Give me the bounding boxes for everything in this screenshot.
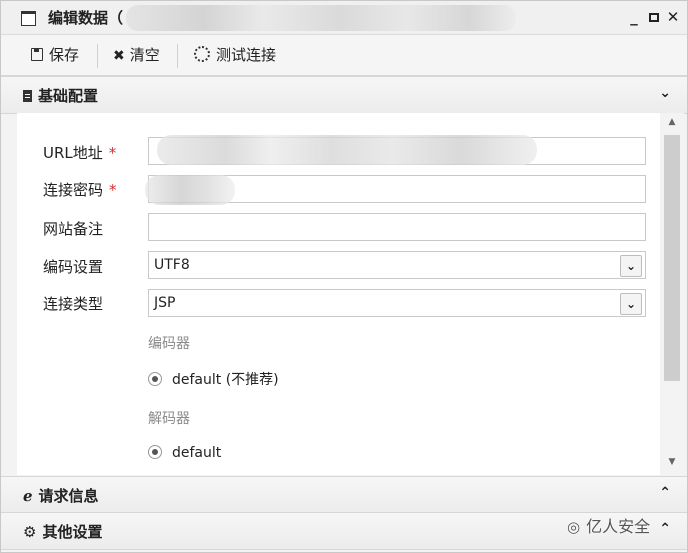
browser-e-icon: ℯ	[23, 487, 33, 505]
required-mark: *	[109, 181, 117, 199]
chevron-down-icon[interactable]: ⌄	[620, 293, 642, 315]
type-value: JSP	[154, 295, 176, 311]
window-icon	[21, 11, 36, 26]
close-x-icon: ✖	[113, 48, 125, 64]
close-icon[interactable]: ✕	[665, 8, 681, 26]
document-icon	[23, 90, 32, 102]
chevron-up-icon[interactable]: ⌃	[659, 521, 671, 537]
redacted-url-value	[157, 135, 537, 165]
spinner-icon	[194, 46, 210, 62]
section-basic-config[interactable]: 基础配置 ⌄	[1, 76, 687, 114]
toolbar-divider	[177, 44, 178, 68]
encoding-select[interactable]: UTF8 ⌄	[148, 251, 646, 279]
radio-selected-icon[interactable]	[148, 445, 162, 459]
redacted-password-value	[145, 175, 235, 205]
chevron-down-icon[interactable]: ⌄	[659, 85, 671, 101]
scroll-down-icon[interactable]: ▼	[666, 457, 678, 469]
encoder-option-default[interactable]: default (不推荐)	[148, 369, 279, 389]
watermark: ◎ 亿人安全	[567, 517, 651, 536]
chevron-down-icon[interactable]: ⌄	[620, 255, 642, 277]
required-mark: *	[108, 144, 117, 162]
save-icon	[31, 48, 43, 61]
save-button[interactable]: 保存	[31, 44, 79, 66]
encoding-value: UTF8	[154, 257, 190, 273]
clear-button[interactable]: ✖ 清空	[113, 44, 160, 66]
title-bar: 编辑数据（ _ ✕	[1, 1, 687, 35]
window-title: 编辑数据（	[48, 9, 124, 27]
toolbar: 保存 ✖ 清空 测试连接	[1, 35, 687, 76]
edit-data-window: 编辑数据（ _ ✕ 保存 ✖ 清空 测试连接 基础配置 ⌄ URL地址 * 连接密码…	[0, 0, 688, 553]
decoder-option-default[interactable]: default	[148, 445, 221, 461]
redacted-title-area	[126, 5, 516, 31]
note-input[interactable]	[148, 213, 646, 241]
scrollbar[interactable]: ▲ ▼	[660, 113, 684, 475]
type-label: 连接类型	[43, 295, 104, 313]
section-basic-label: 基础配置	[23, 85, 98, 106]
encoding-label: 编码设置	[43, 258, 104, 276]
maximize-icon[interactable]	[646, 8, 662, 26]
clear-button-label: 清空	[129, 46, 160, 64]
url-label: URL地址 *	[43, 144, 117, 162]
test-connection-label: 测试连接	[216, 46, 277, 64]
gears-icon: ⚙	[23, 523, 37, 541]
save-button-label: 保存	[49, 46, 80, 64]
minimize-icon[interactable]: _	[626, 8, 642, 26]
radio-selected-icon[interactable]	[148, 372, 162, 386]
decoder-heading: 解码器	[148, 411, 190, 427]
section-request-label: ℯ 请求信息	[23, 487, 99, 505]
chevron-up-icon[interactable]: ⌃	[659, 485, 671, 501]
section-other-label: ⚙ 其他设置	[23, 523, 103, 541]
wechat-icon: ◎	[567, 518, 581, 536]
note-label: 网站备注	[43, 220, 104, 238]
basic-config-panel: URL地址 * 连接密码 * 网站备注 编码设置 UTF8 ⌄ 连接类型 JSP ⌄…	[17, 113, 660, 475]
scroll-thumb[interactable]	[664, 135, 680, 381]
password-label: 连接密码 *	[43, 181, 117, 199]
scroll-up-icon[interactable]: ▲	[666, 117, 678, 129]
connection-type-select[interactable]: JSP ⌄	[148, 289, 646, 317]
toolbar-divider	[97, 44, 98, 68]
test-connection-button[interactable]: 测试连接	[194, 44, 276, 66]
encoder-heading: 编码器	[148, 336, 190, 352]
section-request-info[interactable]: ℯ 请求信息 ⌃	[1, 476, 687, 514]
